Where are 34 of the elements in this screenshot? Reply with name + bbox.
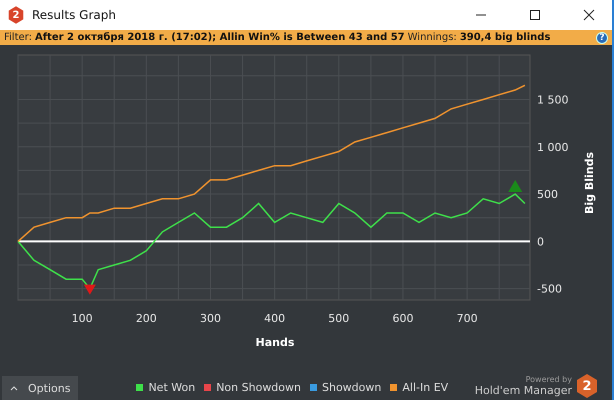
brand-logo: 2 <box>576 374 598 398</box>
x-tick-label: 500 <box>328 312 350 325</box>
y-tick-label: 1 000 <box>537 140 568 154</box>
winnings-label: Winnings: <box>408 32 457 43</box>
help-button[interactable]: ? <box>596 32 608 44</box>
filter-value: After 2 октября 2018 г. (17:02); Allin Win% is Between 43 and 57 <box>34 32 405 43</box>
maximize-icon <box>529 9 541 21</box>
y-axis-title: Big Blinds <box>583 152 596 214</box>
legend-item: Non Showdown <box>204 381 301 394</box>
y-tick-label: 0 <box>537 235 544 248</box>
winnings-value: 390,4 big blinds <box>460 32 550 43</box>
legend-item: All-In EV <box>390 381 448 394</box>
legend-item: Net Won <box>136 381 196 394</box>
legend-item: Showdown <box>310 381 382 394</box>
y-tick-label: 500 <box>537 188 558 202</box>
y-tick-label: 1 500 <box>537 93 568 106</box>
powered-by-text: Powered by <box>526 375 572 384</box>
x-tick-label: 300 <box>200 312 221 325</box>
x-tick-label: 200 <box>136 312 157 325</box>
window-title: Results Graph <box>32 8 117 22</box>
y-tick-label: -500 <box>537 282 562 296</box>
options-button[interactable]: Options <box>2 376 78 400</box>
x-tick-label: 600 <box>392 312 414 325</box>
maximum-marker-icon <box>508 180 522 192</box>
app-logo: 2 <box>8 6 24 24</box>
x-tick-label: 100 <box>72 312 93 325</box>
close-icon <box>583 9 595 21</box>
filter-label: Filter: <box>4 32 32 43</box>
product-name: Hold'em Manager <box>474 384 572 397</box>
caret-icon <box>10 385 18 391</box>
x-tick-label: 700 <box>456 312 478 325</box>
x-tick-label: 400 <box>264 312 286 325</box>
x-axis-title: Hands <box>256 336 294 349</box>
minimum-marker-icon <box>84 284 96 295</box>
